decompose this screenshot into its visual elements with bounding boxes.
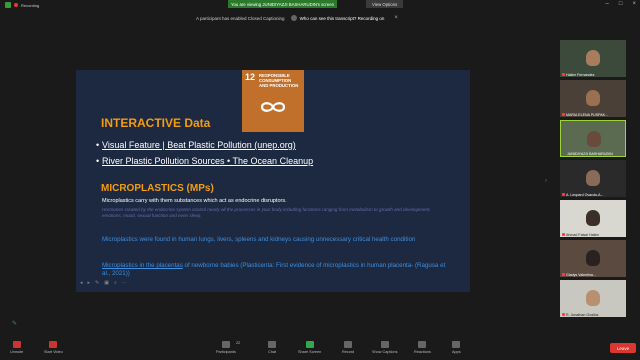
chat-button[interactable]: Chat (268, 341, 276, 354)
organs-text: Microplastics were found in human lungs,… (102, 236, 416, 243)
annotate-pen-icon[interactable]: ✎ (12, 320, 18, 327)
share-screen-button[interactable]: Share Screen (298, 341, 321, 354)
participant-name: A. Leopard Ovacdu-A... (566, 193, 604, 197)
sdg-number: 12 (245, 72, 256, 82)
infinity-icon (260, 102, 286, 112)
meeting-toolbar: Unmute Start Video Participants 22 Chat … (0, 338, 640, 360)
shared-slide: 12 RESPONSIBLE CONSUMPTION AND PRODUCTIO… (76, 70, 470, 292)
participants-label: Participants (216, 350, 236, 354)
muted-mic-icon (562, 313, 565, 316)
start-video-button[interactable]: Start Video (44, 341, 63, 354)
avatar (586, 250, 600, 266)
avatar (586, 50, 600, 66)
prev-slide-icon[interactable]: ◂ (80, 280, 83, 286)
close-icon[interactable]: × (632, 1, 636, 7)
participant-name: Hakim Fernandez (566, 73, 595, 77)
record-button[interactable]: Record (342, 341, 354, 354)
participant-tile[interactable]: R. Jonathan Ovallos (560, 280, 626, 317)
interactive-data-heading: INTERACTIVE Data (101, 116, 211, 130)
close-notice-icon[interactable]: × (394, 15, 398, 21)
participant-name: Ahmad Faisal Hakim (566, 233, 600, 237)
chat-label: Chat (268, 350, 277, 354)
river-plastic-pollution-link[interactable]: River Plastic Pollution Sources • The Oc… (102, 156, 313, 166)
captions-icon (380, 341, 389, 348)
video-off-icon (49, 341, 58, 348)
unmute-label: Unmute (10, 350, 24, 354)
shield-icon (5, 2, 11, 8)
zoom-icon[interactable]: ⌕ (114, 280, 117, 286)
info-icon (290, 15, 297, 21)
muted-mic-icon (562, 233, 565, 236)
muted-mic-icon (562, 193, 565, 196)
share-screen-label: Share Screen (298, 350, 322, 354)
bullet-2: • (96, 156, 100, 166)
gallery-scroll-arrow-icon[interactable]: › (545, 178, 548, 188)
record-icon (344, 341, 353, 348)
bullet-1: • (96, 140, 100, 150)
recording-dot-icon (14, 3, 18, 7)
participant-name: R. Jonathan Ovallos (566, 313, 599, 317)
participant-tile[interactable]: Gladys Valentina... (560, 240, 626, 277)
hormones-text: Hormones created by the endocrine system… (102, 207, 431, 218)
muted-mic-icon (562, 273, 565, 276)
avatar (586, 210, 600, 226)
participant-tile[interactable]: A. Leopard Ovacdu-A... (560, 160, 626, 197)
recording-label: Recording (21, 2, 40, 8)
slides-icon[interactable]: ▣ (104, 280, 109, 286)
transcript-question-link[interactable]: Who can see this transcript? Recording o… (290, 15, 385, 21)
avatar (586, 290, 600, 306)
participant-tile[interactable]: Ahmad Faisal Hakim (560, 200, 626, 237)
more-icon[interactable]: ⋯ (122, 280, 127, 286)
top-bar: Recording You are viewing JUNIDIYAZJI BA… (0, 0, 640, 10)
endocrine-disruptor-text: Microplastics carry with them substances… (102, 198, 287, 204)
slide-controls: ◂ ▸ ✎ ▣ ⌕ ⋯ (80, 280, 127, 286)
microplastics-heading: MICROPLASTICS (MPs) (101, 183, 214, 194)
next-slide-icon[interactable]: ▸ (88, 280, 91, 286)
placenta-text: Microplastics in the placentas of newbor… (102, 262, 452, 278)
apps-label: Apps (452, 350, 461, 354)
show-captions-label: Show Captions (372, 350, 398, 354)
avatar (586, 170, 600, 186)
share-screen-icon (305, 341, 314, 348)
placenta-link[interactable]: Microplastics in the placentas (102, 262, 183, 269)
minimize-icon[interactable]: – (606, 1, 609, 7)
view-options-button[interactable]: View Options (366, 0, 404, 8)
unmute-button[interactable]: Unmute (10, 341, 23, 354)
reactions-icon (418, 341, 427, 348)
sdg-logo: 12 RESPONSIBLE CONSUMPTION AND PRODUCTIO… (242, 70, 304, 132)
pen-icon[interactable]: ✎ (95, 280, 99, 286)
participant-name: MARIA ELENA PUSPAK... (566, 113, 609, 117)
avatar (586, 90, 600, 106)
muted-mic-icon (562, 73, 565, 76)
sdg-title: RESPONSIBLE CONSUMPTION AND PRODUCTION (259, 73, 299, 88)
apps-icon (452, 341, 461, 348)
start-video-label: Start Video (44, 350, 63, 354)
recording-indicator: Recording (5, 2, 39, 8)
apps-button[interactable]: Apps (452, 341, 461, 354)
participants-icon (221, 341, 230, 348)
participant-tile[interactable]: Hakim Fernandez (560, 40, 626, 77)
participants-button[interactable]: Participants (216, 341, 236, 354)
beat-plastic-pollution-link[interactable]: Visual Feature | Beat Plastic Pollution … (102, 140, 296, 150)
participant-tile-active[interactable]: JUNIDIYAZJI BASHARUDIN (560, 120, 626, 157)
leave-button[interactable]: Leave (610, 343, 636, 353)
participants-count: 22 (236, 341, 241, 345)
record-label: Record (342, 350, 355, 354)
screen-share-banner: You are viewing JUNIDIYAZJI BASHARUDIN's… (228, 0, 338, 8)
muted-mic-icon (562, 113, 565, 116)
transcript-question-text: Who can see this transcript? Recording o… (299, 15, 385, 21)
caption-notice-text: A participant has enabled Closed Caption… (196, 15, 285, 21)
microphone-muted-icon (12, 341, 21, 348)
maximize-icon[interactable]: □ (619, 1, 623, 7)
chat-icon (268, 341, 277, 348)
show-captions-button[interactable]: Show Captions (372, 341, 398, 354)
participant-name: JUNIDIYAZJI BASHARUDIN (567, 152, 613, 156)
participant-tile[interactable]: MARIA ELENA PUSPAK... (560, 80, 626, 117)
caption-notice: A participant has enabled Closed Caption… (196, 12, 398, 24)
reactions-label: Reactions (414, 350, 431, 354)
window-controls: – □ × (606, 1, 636, 7)
participant-name: Gladys Valentina... (566, 273, 596, 277)
reactions-button[interactable]: Reactions (414, 341, 431, 354)
avatar (587, 131, 601, 147)
